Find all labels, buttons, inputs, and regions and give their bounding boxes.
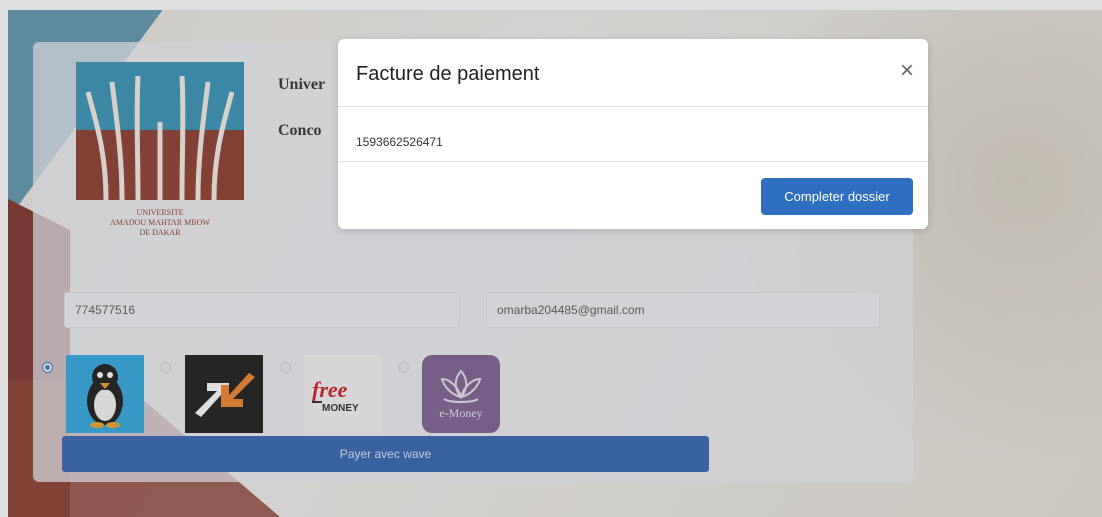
modal-header: Facture de paiement × [338,39,928,107]
close-icon[interactable]: × [900,59,914,83]
complete-dossier-button[interactable]: Completer dossier [761,178,913,215]
invoice-number: 1593662526471 [356,135,443,149]
modal-body: 1593662526471 [338,107,928,162]
modal-title: Facture de paiement [356,63,540,85]
payment-invoice-modal: Facture de paiement × 1593662526471 Comp… [338,39,928,229]
